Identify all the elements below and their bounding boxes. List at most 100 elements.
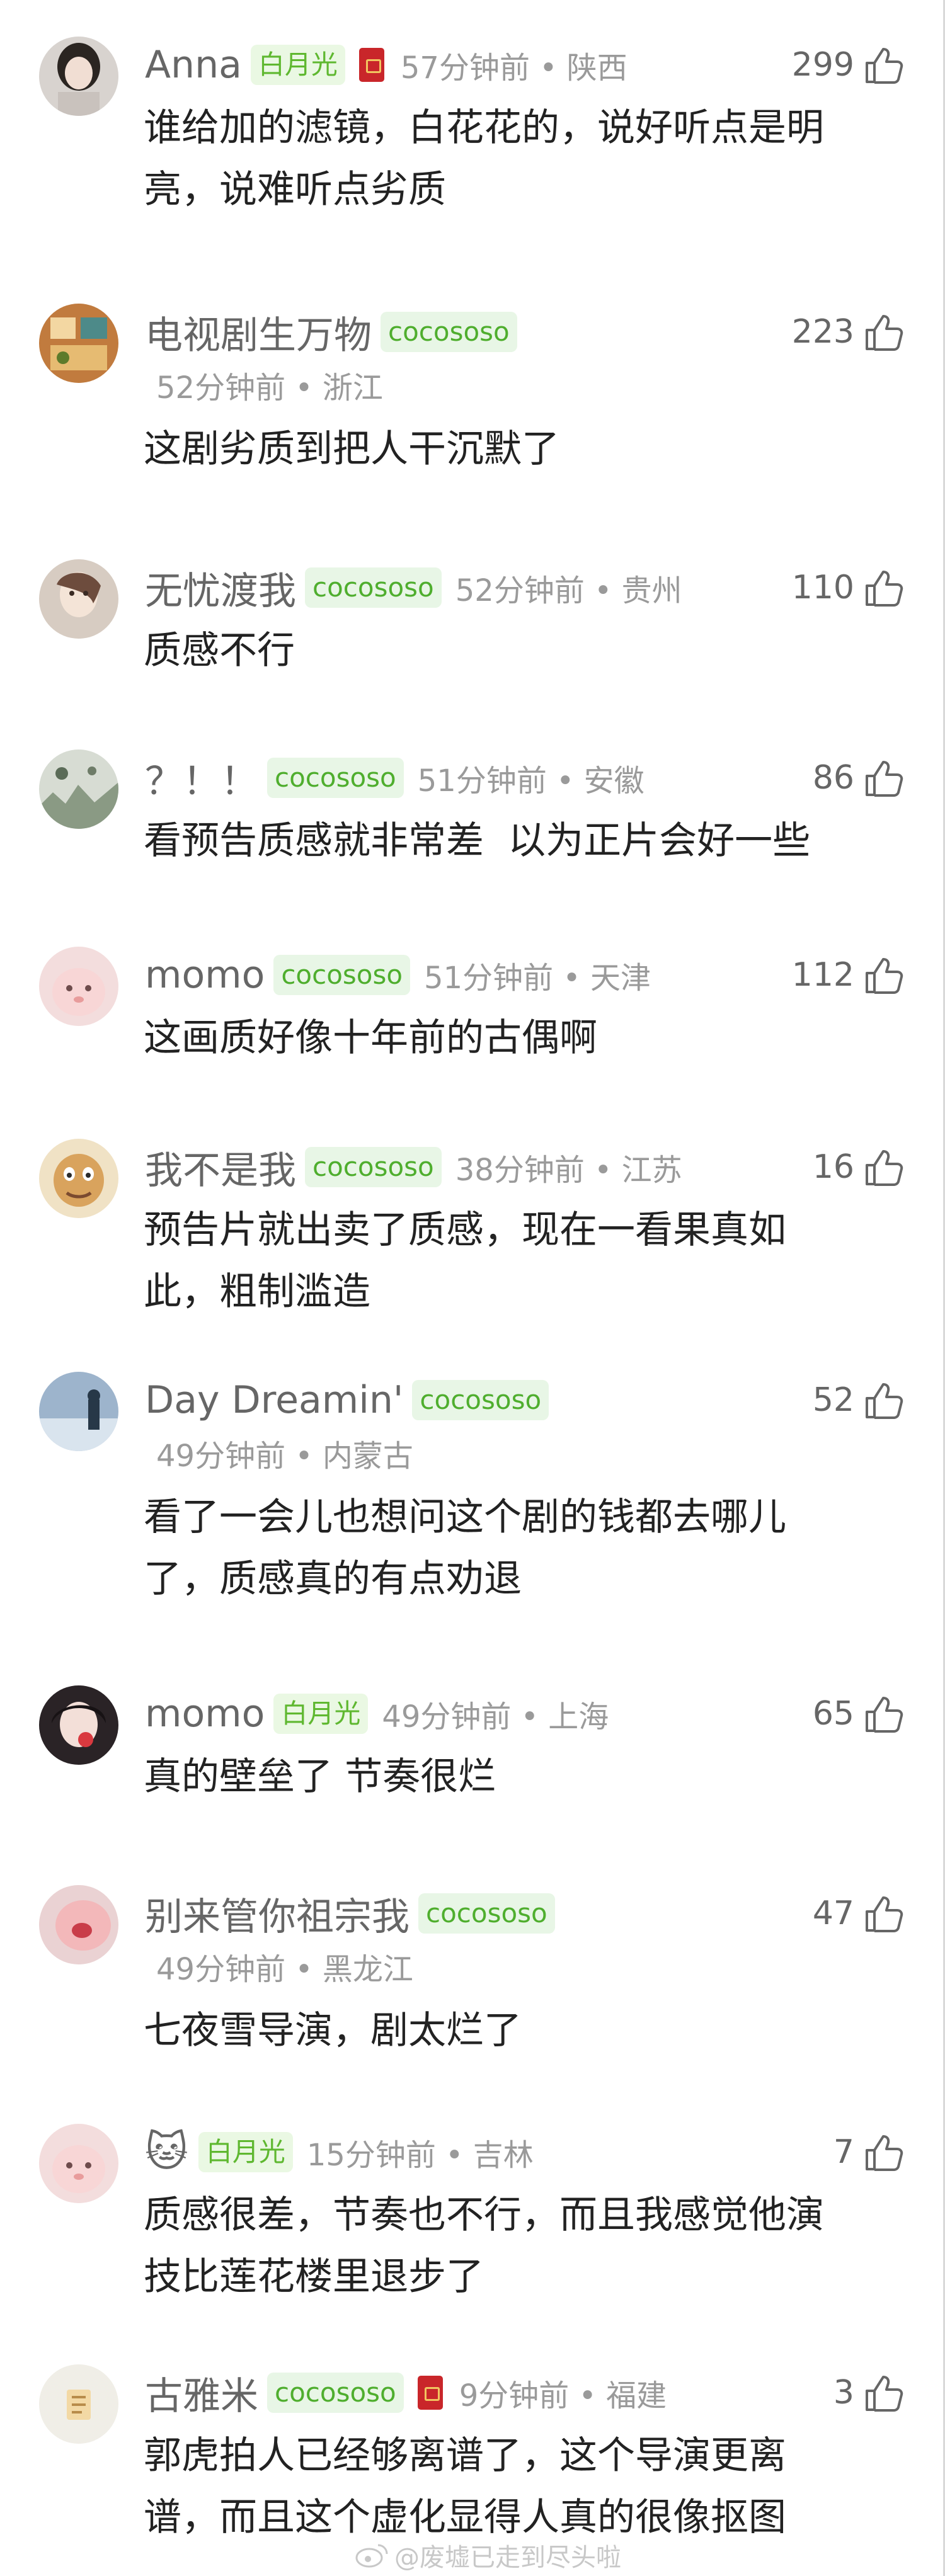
like-button[interactable]: 110 — [792, 561, 906, 615]
red-packet-icon — [358, 48, 384, 82]
thumb-up-icon — [866, 1150, 903, 1186]
thumb-up-icon — [866, 2376, 903, 2412]
red-packet-icon — [417, 2376, 443, 2410]
username[interactable]: momo — [145, 1692, 265, 1736]
like-count: 47 — [812, 1895, 854, 1932]
comment-text: 这剧劣质到把人干沉默了 — [144, 427, 559, 471]
username[interactable]: 别来管你祖宗我 — [145, 1886, 410, 1941]
like-count: 86 — [812, 759, 854, 797]
comment-meta: 我不是我 cocososo 38分钟前 • 江苏 — [145, 1140, 682, 1194]
like-button[interactable]: 16 — [813, 1140, 906, 1194]
username[interactable]: 我不是我 — [145, 1140, 296, 1195]
like-button[interactable]: 112 — [792, 948, 906, 1002]
avatar[interactable] — [39, 749, 118, 829]
like-count: 52 — [812, 1381, 854, 1419]
like-button[interactable]: 7 — [833, 2125, 906, 2179]
like-count: 112 — [791, 956, 854, 994]
like-count: 65 — [812, 1695, 854, 1733]
time-location: 15分钟前 • 吉林 — [306, 2138, 534, 2173]
username[interactable]: momo — [145, 953, 265, 997]
user-badge: cocososo — [418, 1893, 555, 1934]
thumb-up-icon — [866, 1896, 903, 1932]
like-button[interactable]: 3 — [833, 2366, 906, 2420]
time-location: 49分钟前 • 内蒙古 — [156, 1439, 413, 1474]
like-count: 223 — [791, 313, 854, 351]
avatar[interactable] — [39, 1685, 118, 1765]
like-button[interactable]: 65 — [813, 1687, 906, 1741]
comment-meta: 无忧渡我 cocososo 52分钟前 • 贵州 — [145, 561, 682, 615]
comment-text: 质感不行 — [144, 629, 295, 673]
avatar[interactable] — [39, 1139, 118, 1218]
comment-text: 郭虎拍人已经够离谱了，这个导演更离 谱，而且这个虚化显得人真的很像抠图 — [144, 2434, 786, 2539]
time-location: 51分钟前 • 天津 — [424, 960, 651, 996]
time-location: 49分钟前 • 黑龙江 — [156, 1952, 413, 1987]
user-badge: 白月光 — [198, 2132, 293, 2172]
username[interactable]: Anna — [145, 43, 242, 87]
comment-text: 看预告质感就非常差 以为正片会好一些 — [144, 819, 811, 863]
watermark-text: @废墟已走到尽头啦 — [394, 2543, 621, 2572]
avatar[interactable] — [39, 2124, 118, 2203]
comment-meta: momo cocososo 51分钟前 • 天津 — [145, 948, 651, 1002]
time-location: 52分钟前 • 浙江 — [156, 370, 383, 406]
comment-meta-secondary: 49分钟前 • 内蒙古 — [156, 1431, 413, 1475]
user-badge: cocososo — [267, 2373, 404, 2413]
like-button[interactable]: 47 — [813, 1886, 906, 1941]
like-count: 299 — [791, 46, 854, 84]
comment-text: 看了一会儿也想问这个剧的钱都去哪儿 了，质感真的有点劝退 — [144, 1495, 786, 1601]
thumb-up-icon — [866, 571, 903, 607]
user-badge: 白月光 — [250, 45, 345, 85]
weibo-icon — [355, 2544, 388, 2568]
like-button[interactable]: 52 — [813, 1373, 906, 1427]
avatar[interactable] — [39, 2364, 118, 2444]
comment-text: 预告片就出卖了质感，现在一看果真如 此，粗制滥造 — [144, 1208, 786, 1314]
like-button[interactable]: 299 — [792, 38, 906, 92]
thumb-up-icon — [866, 958, 903, 994]
comment-text: 七夜雪导演，剧太烂了 — [144, 2009, 522, 2053]
thumb-up-icon — [866, 1383, 903, 1419]
thumb-up-icon — [866, 315, 903, 351]
username[interactable]: 古雅米 — [145, 2366, 258, 2420]
comment-text: 谁给加的滤镜，白花花的，说好听点是明 亮，说难听点劣质 — [144, 106, 824, 212]
user-badge: cocososo — [267, 758, 404, 798]
like-count: 16 — [812, 1148, 854, 1186]
comment-text: 真的壁垒了 节奏很烂 — [144, 1755, 496, 1799]
thumb-up-icon — [866, 2135, 903, 2171]
avatar[interactable] — [39, 559, 118, 639]
comment-text: 质感很差，节奏也不行，而且我感觉他演 技比莲花楼里退步了 — [144, 2193, 824, 2299]
time-location: 51分钟前 • 安徽 — [417, 763, 644, 799]
comment-text: 这画质好像十年前的古偶啊 — [144, 1016, 597, 1060]
like-button[interactable]: 86 — [813, 751, 906, 805]
avatar[interactable] — [39, 304, 118, 383]
like-count: 7 — [833, 2133, 854, 2171]
avatar[interactable] — [39, 1372, 118, 1451]
time-location: 9分钟前 • 福建 — [459, 2378, 667, 2414]
username[interactable]: ？！！ — [145, 751, 258, 806]
user-badge: cocososo — [412, 1380, 549, 1420]
thumb-up-icon — [866, 48, 903, 84]
thumb-up-icon — [866, 1697, 903, 1733]
thumb-up-icon — [866, 761, 903, 797]
user-badge: cocososo — [273, 955, 411, 995]
avatar[interactable] — [39, 947, 118, 1026]
comment-meta: Anna 白月光 57分钟前 • 陕西 — [145, 38, 627, 92]
username[interactable]: 无忧渡我 — [145, 561, 296, 615]
comment-meta-secondary: 49分钟前 • 黑龙江 — [156, 1944, 413, 1988]
time-location: 52分钟前 • 贵州 — [455, 573, 682, 608]
username[interactable]: 🐱 — [145, 2131, 188, 2173]
time-location: 49分钟前 • 上海 — [382, 1699, 609, 1735]
user-badge: cocososo — [381, 312, 517, 352]
comment-meta: momo 白月光 49分钟前 • 上海 — [145, 1687, 609, 1741]
user-badge: 白月光 — [273, 1694, 369, 1734]
username[interactable]: Day Dreamin' — [145, 1378, 403, 1422]
comment-meta-secondary: 52分钟前 • 浙江 — [156, 363, 383, 407]
comment-meta: 古雅米 cocososo 9分钟前 • 福建 — [145, 2366, 667, 2420]
like-count: 110 — [791, 569, 854, 607]
watermark: @废墟已走到尽头啦 — [353, 2537, 621, 2573]
username[interactable]: 电视剧生万物 — [145, 305, 372, 360]
avatar[interactable] — [39, 1885, 118, 1964]
user-badge: cocososo — [305, 1147, 442, 1187]
avatar[interactable] — [39, 37, 118, 116]
comment-meta: ？！！ cocososo 51分钟前 • 安徽 — [145, 751, 644, 805]
user-badge: cocososo — [305, 567, 442, 608]
like-button[interactable]: 223 — [792, 305, 906, 359]
